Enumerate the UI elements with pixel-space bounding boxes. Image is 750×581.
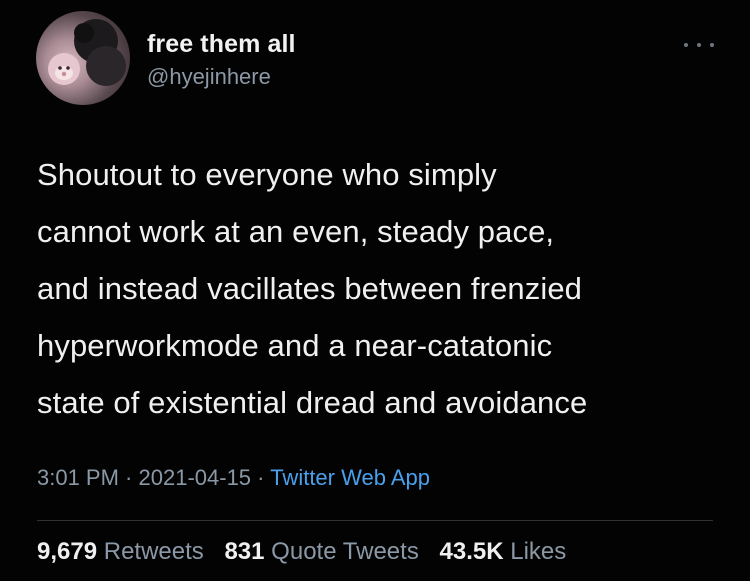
meta-separator: · bbox=[251, 465, 271, 490]
tweet-date[interactable]: 2021-04-15 bbox=[139, 465, 252, 490]
quote-tweets-stat[interactable]: 831 Quote Tweets bbox=[224, 538, 418, 565]
more-dot bbox=[710, 43, 714, 47]
tweet-text-line: cannot work at an even, steady pace, bbox=[37, 214, 555, 249]
more-dot bbox=[697, 43, 701, 47]
avatar[interactable] bbox=[36, 11, 130, 105]
likes-count: 43.5K bbox=[439, 538, 504, 565]
avatar-image bbox=[48, 19, 126, 86]
tweet-source-link[interactable]: Twitter Web App bbox=[270, 465, 430, 490]
tweet-text-line: and instead vacillates between frenzied bbox=[37, 271, 583, 306]
divider bbox=[37, 520, 713, 521]
meta-separator: · bbox=[118, 465, 139, 490]
retweets-count: 9,679 bbox=[37, 538, 98, 565]
tweet-text-line: state of existential dread and avoidance bbox=[37, 385, 588, 420]
tweet-stats: 9,679 Retweets 831 Quote Tweets 43.5K Li… bbox=[37, 538, 580, 566]
author-handle[interactable]: @hyejinhere bbox=[147, 64, 271, 90]
likes-label: Likes bbox=[510, 538, 567, 565]
likes-stat[interactable]: 43.5K Likes bbox=[440, 538, 567, 565]
quote-tweets-count: 831 bbox=[224, 538, 265, 565]
author-display-name[interactable]: free them all bbox=[147, 30, 296, 59]
tweet-card: free them all @hyejinhere Shoutout to ev… bbox=[0, 0, 750, 581]
more-horizontal-icon[interactable] bbox=[684, 38, 714, 52]
tweet-text-line: Shoutout to everyone who simply bbox=[37, 157, 497, 192]
tweet-meta: 3:01 PM · 2021-04-15 · Twitter Web App bbox=[37, 465, 430, 491]
tweet-text-line: hyperworkmode and a near-catatonic bbox=[37, 328, 553, 363]
retweets-stat[interactable]: 9,679 Retweets bbox=[37, 538, 204, 565]
tweet-text: Shoutout to everyone who simply cannot w… bbox=[37, 146, 727, 431]
tweet-time[interactable]: 3:01 PM bbox=[37, 465, 119, 490]
more-dot bbox=[684, 43, 688, 47]
retweets-label: Retweets bbox=[103, 538, 204, 565]
quote-tweets-label: Quote Tweets bbox=[271, 538, 419, 565]
